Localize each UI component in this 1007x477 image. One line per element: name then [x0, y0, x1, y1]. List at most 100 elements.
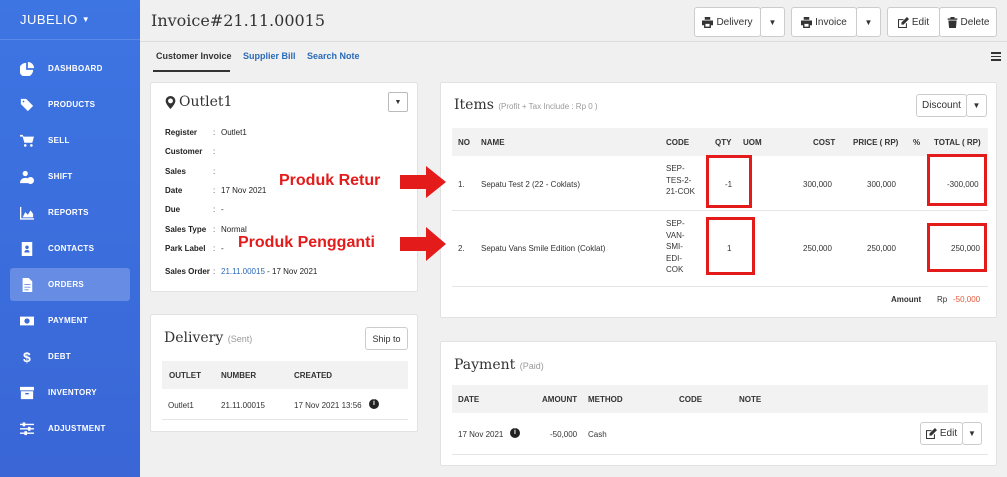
menu-icon[interactable] — [991, 52, 1001, 61]
field-sales-type: Sales Type: Normal — [165, 225, 247, 234]
delete-button[interactable]: Delete — [939, 7, 997, 37]
edit-icon — [897, 16, 909, 28]
nav-orders[interactable]: ORDERS — [10, 268, 130, 301]
delivery-status: (Sent) — [227, 334, 253, 344]
invoice-button-label: Invoice — [815, 16, 847, 28]
brand-label: JUBELIO — [20, 12, 78, 27]
caret-down-icon: ▼ — [768, 17, 777, 27]
nav-adjustment[interactable]: ADJUSTMENT — [10, 412, 130, 445]
nav-label: DEBT — [48, 352, 71, 361]
delivery-table-header: OUTLET NUMBER CREATED — [162, 361, 408, 389]
field-date: Date:17 Nov 2021 — [165, 186, 267, 195]
tab-search-note[interactable]: Search Note — [307, 51, 360, 61]
item-name: Sepatu Vans Smile Edition (Coklat) — [481, 244, 606, 253]
delivery-number-link[interactable]: 21.11.00015 — [221, 400, 265, 411]
divider — [162, 419, 408, 420]
divider — [452, 210, 988, 211]
field-sales-order: Sales Order: 21.11.00015 - 17 Nov 2021 — [165, 267, 318, 276]
edit-button[interactable]: Edit — [887, 7, 940, 37]
tab-bar: Customer Invoice Supplier Bill Search No… — [140, 42, 1007, 72]
item-price: 300,000 — [867, 180, 896, 189]
divider — [452, 286, 988, 287]
payment-edit-dropdown-toggle[interactable]: ▼ — [962, 422, 982, 445]
invoice-button[interactable]: Invoice — [791, 7, 857, 37]
edit-button-label: Edit — [911, 16, 930, 28]
nav-label: SELL — [48, 136, 70, 145]
items-title: Items (Profit + Tax Include : Rp 0 ) — [454, 97, 598, 113]
total-highlight-box — [927, 154, 987, 206]
items-panel: Items (Profit + Tax Include : Rp 0 ) Dis… — [440, 82, 997, 318]
invoice-dropdown-toggle[interactable]: ▼ — [856, 7, 881, 37]
outlet-options-toggle[interactable]: ▼ — [388, 92, 408, 112]
nav-shift[interactable]: SHIFT — [10, 160, 130, 193]
brand-menu[interactable]: JUBELIO ▼ — [0, 0, 140, 40]
sidebar: JUBELIO ▼ DASHBOARD PRODUCTS SELL SHIFT … — [0, 0, 140, 477]
nav-contacts[interactable]: CONTACTS — [10, 232, 130, 265]
item-cost: 300,000 — [803, 180, 832, 189]
delivery-dropdown-toggle[interactable]: ▼ — [760, 7, 785, 37]
caret-down-icon: ▼ — [864, 17, 873, 27]
discount-dropdown-toggle[interactable]: ▼ — [966, 94, 987, 117]
items-subtitle: (Profit + Tax Include : Rp 0 ) — [498, 102, 598, 111]
payment-edit-button[interactable]: Edit — [920, 422, 963, 445]
delete-button-label: Delete — [960, 16, 990, 28]
ship-to-button[interactable]: Ship to — [365, 327, 408, 350]
delivery-button-label: Delivery — [716, 16, 753, 28]
nav-reports[interactable]: REPORTS — [10, 196, 130, 229]
page-title: Invoice#21.11.00015 — [151, 11, 326, 30]
arrow-right-icon — [400, 166, 446, 198]
user-clock-icon — [20, 170, 34, 184]
sales-order-link[interactable]: 21.11.00015 — [221, 267, 265, 276]
nav-label: REPORTS — [48, 208, 89, 217]
caret-down-icon: ▼ — [972, 101, 981, 110]
divider — [452, 454, 988, 455]
file-icon — [20, 277, 34, 292]
discount-button[interactable]: Discount — [916, 94, 967, 117]
item-code: SEP- TES-2- 21-COK — [666, 164, 695, 196]
annotation-produk-retur: Produk Retur — [279, 172, 381, 189]
trash-icon — [947, 16, 957, 28]
nav-label: PAYMENT — [48, 316, 88, 325]
info-icon[interactable]: i — [510, 428, 520, 438]
amount-value: -50,000 — [953, 295, 981, 304]
field-customer: Customer: — [165, 147, 216, 156]
payment-status: (Paid) — [519, 361, 544, 371]
payment-table-header: DATE AMOUNT METHOD CODE NOTE — [452, 385, 988, 413]
tab-customer-invoice[interactable]: Customer Invoice — [156, 51, 232, 61]
item-name: Sepatu Test 2 (22 - Coklats) — [481, 180, 581, 189]
outlet-name: Outlet1 — [179, 94, 233, 110]
field-sales: Sales: — [165, 167, 216, 176]
field-due: Due: - — [165, 205, 224, 214]
nav-label: INVENTORY — [48, 388, 97, 397]
nav-label: ADJUSTMENT — [48, 424, 106, 433]
active-tab-indicator — [153, 70, 230, 72]
payment-title: Payment (Paid) — [454, 357, 544, 373]
item-price: 250,000 — [867, 244, 896, 253]
map-marker-icon — [165, 95, 176, 109]
delivery-button[interactable]: Delivery — [694, 7, 761, 37]
nav-label: CONTACTS — [48, 244, 95, 253]
nav-label: PRODUCTS — [48, 100, 96, 109]
payment-panel: Payment (Paid) DATE AMOUNT METHOD CODE N… — [440, 341, 997, 466]
sliders-icon — [20, 421, 34, 436]
tab-supplier-bill[interactable]: Supplier Bill — [243, 51, 296, 61]
dollar-icon: $ — [22, 348, 32, 365]
qty-highlight-box — [706, 155, 752, 208]
area-chart-icon — [20, 206, 34, 220]
nav-products[interactable]: PRODUCTS — [10, 88, 130, 121]
item-code: SEP- VAN- SMI- EDI- COK — [666, 219, 685, 274]
delivery-title: Delivery (Sent) — [164, 330, 253, 346]
nav-dashboard[interactable]: DASHBOARD — [10, 52, 130, 85]
field-park-label: Park Label: - — [165, 244, 224, 253]
total-highlight-box — [927, 223, 987, 272]
field-register: Register: Outlet1 — [165, 128, 247, 137]
archive-icon — [20, 386, 34, 400]
nav-debt[interactable]: $ DEBT — [10, 340, 130, 373]
pie-chart-icon — [20, 61, 34, 76]
info-icon[interactable]: i — [369, 399, 379, 409]
nav-sell[interactable]: SELL — [10, 124, 130, 157]
print-icon — [801, 16, 813, 28]
nav-inventory[interactable]: INVENTORY — [10, 376, 130, 409]
caret-down-icon: ▼ — [394, 98, 402, 106]
nav-payment[interactable]: PAYMENT — [10, 304, 130, 337]
